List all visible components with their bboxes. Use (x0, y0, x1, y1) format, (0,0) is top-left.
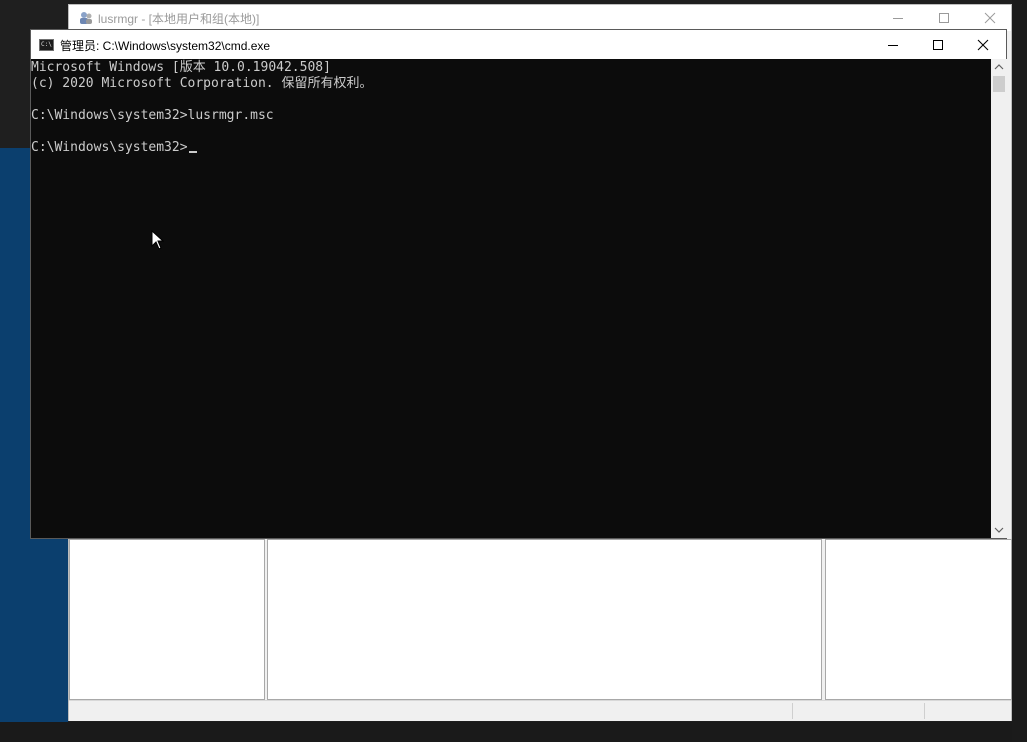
chevron-up-icon (994, 64, 1004, 70)
lusrmgr-maximize-button[interactable] (921, 5, 967, 31)
minimize-icon (888, 44, 898, 46)
results-pane[interactable] (267, 539, 822, 700)
maximize-icon (933, 39, 943, 50)
lusrmgr-titlebar[interactable]: lusrmgr - [本地用户和组(本地)] (69, 5, 1011, 31)
minimize-icon (893, 18, 903, 19)
actions-pane[interactable] (825, 539, 1012, 700)
status-bar (69, 700, 1011, 721)
cmd-maximize-button[interactable] (915, 30, 961, 59)
cmd-titlebar[interactable]: C:\ 管理员: C:\Windows\system32\cmd.exe (31, 30, 1006, 59)
cmd-window[interactable]: C:\ 管理员: C:\Windows\system32\cmd.exe Mic… (30, 29, 1007, 539)
console-line: (c) 2020 Microsoft Corporation. 保留所有权利。 (31, 76, 373, 91)
cmd-close-button[interactable] (960, 30, 1006, 59)
users-icon (78, 10, 94, 26)
scroll-thumb[interactable] (993, 76, 1005, 92)
chevron-down-icon (994, 527, 1004, 533)
lusrmgr-minimize-button[interactable] (875, 5, 921, 31)
console-prompt: C:\Windows\system32> (31, 140, 188, 155)
vertical-scrollbar[interactable] (991, 59, 1007, 538)
cmd-icon: C:\ (39, 39, 54, 51)
console-line: Microsoft Windows [版本 10.0.19042.508] (31, 60, 331, 75)
console-line: C:\Windows\system32>lusrmgr.msc (31, 108, 274, 123)
maximize-icon (939, 13, 949, 23)
text-cursor (188, 151, 197, 153)
cmd-title: 管理员: C:\Windows\system32\cmd.exe (60, 39, 271, 53)
scroll-up-button[interactable] (991, 59, 1007, 75)
close-icon (984, 12, 996, 24)
close-icon (977, 39, 989, 50)
console-tree-pane[interactable] (69, 539, 265, 700)
console-prompt-line[interactable]: C:\Windows\system32> (31, 140, 197, 156)
console-output[interactable]: Microsoft Windows [版本 10.0.19042.508] (c… (31, 59, 991, 538)
mouse-pointer-icon (151, 229, 165, 250)
status-separator (924, 703, 925, 719)
scroll-down-button[interactable] (991, 522, 1007, 538)
taskbar (0, 722, 1027, 742)
lusrmgr-title: lusrmgr - [本地用户和组(本地)] (98, 12, 260, 26)
desktop-right-edge (1012, 0, 1027, 742)
lusrmgr-close-button[interactable] (967, 5, 1013, 31)
cmd-minimize-button[interactable] (870, 30, 916, 59)
status-separator (792, 703, 793, 719)
